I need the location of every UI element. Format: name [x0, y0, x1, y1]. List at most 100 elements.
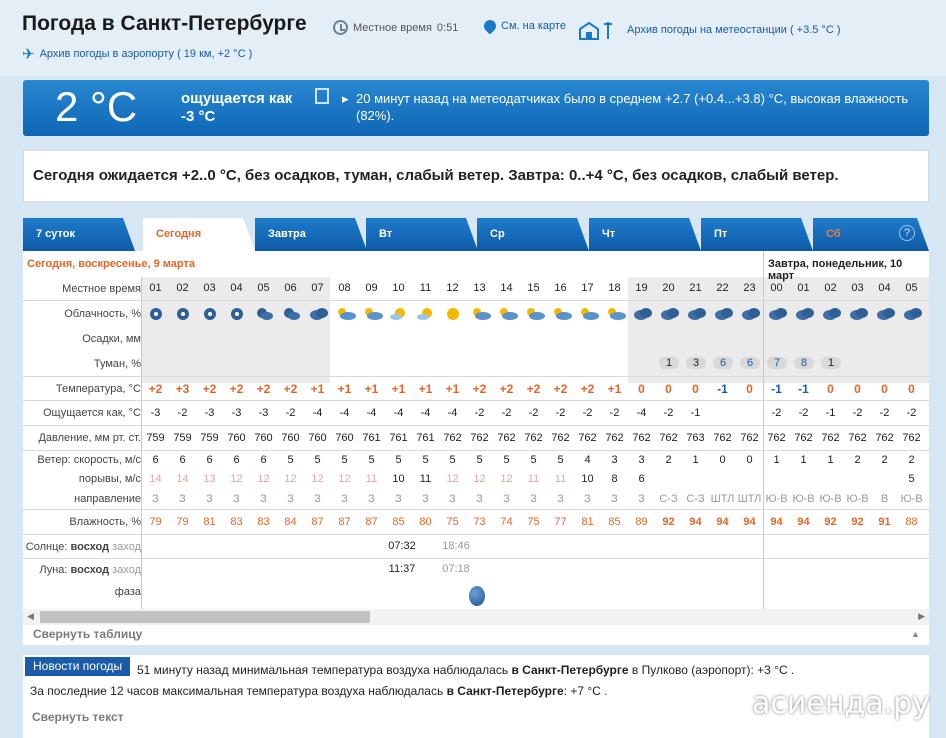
cell-wind_speed: 5	[368, 453, 375, 466]
cell-humidity: 94	[743, 515, 756, 528]
cell-time: 03	[203, 282, 216, 294]
current-temperature: 2 °C	[55, 83, 138, 130]
collapse-text-link[interactable]: Свернуть текст	[32, 710, 124, 724]
cell-direction: З	[368, 492, 375, 505]
cell-direction: С-З	[686, 492, 705, 505]
cell-temp: +1	[364, 382, 379, 396]
cell-pressure: 762	[821, 431, 840, 444]
cell-time: 11	[419, 282, 432, 294]
cell-fog: 3	[686, 357, 706, 369]
cell-temp: 0	[881, 382, 888, 396]
cell-pressure: 762	[497, 431, 516, 444]
cell-fog: 7	[767, 357, 787, 369]
cell-gusts: 8	[611, 472, 618, 485]
cell-gusts: 12	[500, 472, 513, 485]
cell-humidity: 92	[662, 515, 675, 528]
news-line-1-city: в Санкт-Петербурге	[511, 663, 629, 677]
scroll-left-icon[interactable]: ◀	[27, 611, 34, 622]
cell-time: 23	[743, 282, 756, 294]
row-label-moon-rise: восход	[70, 563, 110, 576]
cell-direction: Ю-В	[900, 492, 923, 505]
row-label-sun: Солнце: восход заход	[23, 541, 141, 553]
night-cloudy-icon	[309, 307, 328, 321]
tab-3[interactable]: Вт	[366, 218, 478, 251]
night-cloudy-icon	[822, 307, 841, 321]
cell-temp: +1	[445, 382, 460, 396]
cell-direction: З	[314, 492, 321, 505]
cell-pressure: 762	[443, 431, 462, 444]
tab-5[interactable]: Чт	[589, 218, 701, 251]
table-row-time: Местное время 01 02 03 04 05 06 07 08 09 10 11 12 13 1…	[23, 277, 929, 301]
cell-direction: З	[638, 492, 645, 505]
cell-wind_speed: 1	[827, 453, 834, 466]
help-icon[interactable]: ?	[899, 225, 915, 241]
cell-temp: 0	[908, 382, 915, 396]
table-scrollbar[interactable]: ◀ ▶	[23, 609, 929, 625]
cell-time: 19	[635, 282, 648, 294]
row-label-feels: Ощущается как, °C	[42, 407, 141, 419]
cell-humidity: 91	[878, 515, 891, 528]
night-cloudy-icon	[768, 307, 787, 321]
cell-feels: -2	[285, 406, 296, 419]
row-label-moon-name: Луна:	[39, 563, 68, 576]
cell-temp: -1	[771, 382, 782, 396]
airport-archive-text[interactable]: Архив погоды в аэропорту ( 19 км, +2 °C …	[40, 48, 253, 60]
cell-pressure: 762	[578, 431, 597, 444]
tab-0[interactable]: 7 суток	[23, 218, 135, 251]
map-link[interactable]: См. на карте	[481, 17, 566, 35]
map-pin-icon	[481, 17, 499, 35]
cell-direction: З	[449, 492, 456, 505]
cell-time: 04	[878, 282, 891, 294]
station-archive-text[interactable]: Архив погоды на метеостанции ( +3.5 °C )	[627, 24, 841, 36]
scroll-right-icon[interactable]: ▶	[918, 611, 925, 622]
cell-feels: -2	[177, 406, 188, 419]
cell-direction: В	[880, 492, 889, 505]
cell-wind_speed: 3	[638, 453, 645, 466]
cell-temp: -1	[798, 382, 809, 396]
cell-feels: -3	[150, 406, 161, 419]
cell-humidity: 74	[500, 515, 513, 528]
partly-sunny-icon	[498, 307, 518, 321]
cell-time: 18	[608, 282, 621, 294]
cell-wind_speed: 5	[314, 453, 321, 466]
table-row-feels: Ощущается как, °C -3 -2 -3 -3 -3 -2 -4 -4 -4 -4 -4 -…	[23, 401, 929, 426]
news-line-2-pre: За последние 12 часов максимальная темпе…	[30, 684, 444, 698]
cell-temp: 0	[827, 382, 834, 396]
table-row-direction: направление З З З З З З З З З З З З З З З З З З З С-З С-З ШТЛ Ш…	[23, 489, 929, 510]
cell-temp: -1	[717, 382, 728, 396]
cell-pressure: 762	[713, 431, 732, 444]
collapse-table-link[interactable]: Свернуть таблицу	[33, 627, 142, 641]
cell-temp: +2	[553, 382, 568, 396]
map-link-text[interactable]: См. на карте	[501, 20, 566, 32]
scrollbar-thumb[interactable]	[40, 611, 370, 623]
cell-temp: +1	[607, 382, 622, 396]
cell-feels: -2	[771, 406, 782, 419]
forecast-summary: Сегодня ожидается +2..0 °C, без осадков,…	[23, 150, 929, 202]
table-row-fog: Туман, % 1 3 6 6 7 8 1	[23, 351, 929, 377]
cell-direction: З	[584, 492, 591, 505]
page-title: Погода в Санкт-Петербурге	[22, 12, 307, 35]
cell-humidity: 94	[716, 515, 729, 528]
tab-2[interactable]: Завтра	[255, 218, 367, 251]
cell-humidity: 81	[581, 515, 594, 528]
cell-pressure: 760	[254, 431, 273, 444]
cell-temp: +1	[418, 382, 433, 396]
collapse-arrow-icon[interactable]: ▲	[911, 629, 920, 639]
sunny-cloud-icon	[417, 307, 435, 321]
cell-time: 08	[338, 282, 351, 294]
cell-pressure: 760	[335, 431, 354, 444]
station-archive-link[interactable]: Архив погоды на метеостанции ( +3.5 °C )	[578, 20, 841, 40]
cell-time: 02	[824, 282, 837, 294]
airport-archive-link[interactable]: ✈ Архив погоды в аэропорту ( 19 км, +2 °…	[22, 45, 252, 63]
tab-6[interactable]: Пт	[701, 218, 813, 251]
row-label-sun-name: Солнце:	[25, 540, 68, 553]
cell-humidity: 79	[176, 515, 189, 528]
cell-pressure: 759	[146, 431, 165, 444]
cell-time: 00	[770, 282, 783, 294]
tab-4[interactable]: Ср	[477, 218, 589, 251]
news-line-1: 51 минуту назад минимальная температура …	[137, 663, 794, 677]
tab-1[interactable]: Сегодня	[143, 218, 255, 251]
cell-gusts: 14	[149, 472, 162, 485]
night-cloudy-icon	[903, 307, 922, 321]
row-label-wind_speed: Ветер: скорость, м/с	[37, 454, 141, 466]
